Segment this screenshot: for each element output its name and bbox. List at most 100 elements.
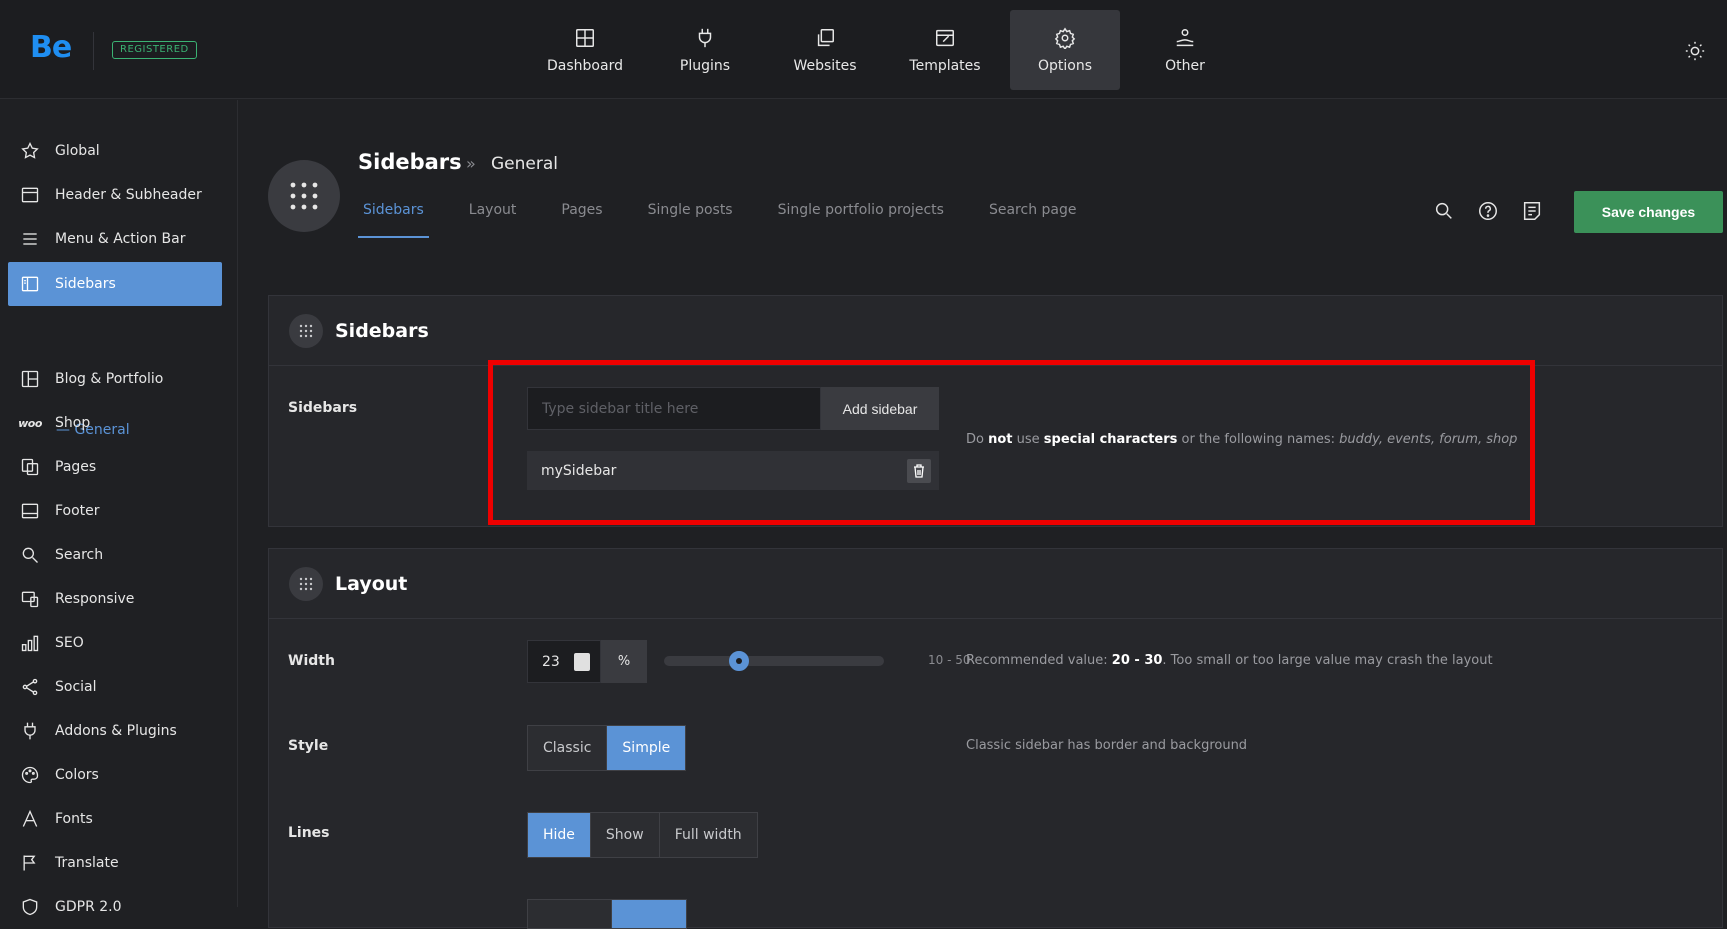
style-option-classic[interactable]: Classic	[528, 726, 608, 770]
theme-toggle[interactable]	[1684, 40, 1706, 62]
width-value: 23	[542, 653, 560, 670]
top-bar: Be REGISTERED Dashboard Plugins Websites…	[0, 0, 1727, 99]
sidebar-item-global[interactable]: Global	[8, 129, 222, 173]
nav-label: Websites	[793, 57, 857, 74]
tab-single-posts[interactable]: Single posts	[643, 202, 738, 238]
hand-icon	[1176, 28, 1194, 46]
nav-plugins[interactable]: Plugins	[650, 10, 760, 90]
style-hint: Classic sidebar has border and backgroun…	[966, 738, 1248, 753]
sidebar-item-footer[interactable]: Footer	[8, 489, 222, 533]
breadcrumb-subpage: General	[491, 154, 558, 174]
sidebar-item-label: GDPR 2.0	[55, 899, 122, 915]
tab-pages[interactable]: Pages	[556, 202, 607, 238]
be-logo[interactable]: Be	[30, 30, 72, 65]
sidebar-item-label: Colors	[55, 767, 99, 783]
sidebar-item-label: Blog & Portfolio	[55, 371, 164, 387]
nav-label: Templates	[909, 57, 981, 74]
nav-websites[interactable]: Websites	[770, 10, 880, 90]
nav-label: Other	[1165, 57, 1205, 74]
sidebar-item-shop[interactable]: woo Shop	[8, 401, 222, 445]
highlight-annotation	[488, 360, 1535, 525]
seo-icon	[20, 633, 40, 653]
dots-grid-icon	[290, 182, 318, 210]
header-icon	[20, 185, 40, 205]
sidebar-item-responsive[interactable]: Responsive	[8, 577, 222, 621]
sidebar-item-translate[interactable]: Translate	[8, 841, 222, 885]
nav-options[interactable]: Options	[1010, 10, 1120, 90]
sidebar-item-colors[interactable]: Colors	[8, 753, 222, 797]
search-icon	[1435, 202, 1452, 219]
search-button[interactable]	[1433, 200, 1455, 222]
tab-layout[interactable]: Layout	[464, 202, 522, 238]
sidebar-item-label: Global	[55, 143, 100, 159]
sidebar-item-header[interactable]: Header & Subheader	[8, 173, 222, 217]
width-number-input[interactable]: 23	[527, 640, 601, 683]
sidebar-item-addons[interactable]: Addons & Plugins	[8, 709, 222, 753]
share-icon	[20, 677, 40, 697]
hint-text: Recommended value:	[966, 653, 1112, 668]
sidebar-item-seo[interactable]: SEO	[8, 621, 222, 665]
help-icon	[1479, 202, 1497, 220]
hint-bold: 20 - 30	[1111, 653, 1163, 668]
nav-other[interactable]: Other	[1130, 10, 1240, 90]
width-unit: %	[601, 640, 647, 683]
subtabs: Sidebars Layout Pages Single posts Singl…	[358, 202, 1116, 238]
sidebar-item-pages[interactable]: Pages	[8, 445, 222, 489]
sidebar-item-gdpr[interactable]: GDPR 2.0	[8, 885, 222, 929]
nav-dashboard[interactable]: Dashboard	[530, 10, 640, 90]
card-header: Layout	[269, 549, 1722, 619]
sidebar-item-label: Responsive	[55, 591, 135, 607]
hint-text: . Too small or too large value may crash…	[1162, 653, 1493, 668]
sidebar-item-fonts[interactable]: Fonts	[8, 797, 222, 841]
nav-templates[interactable]: Templates	[890, 10, 1000, 90]
sidebar-item-label: Search	[55, 547, 104, 563]
tab-single-portfolio[interactable]: Single portfolio projects	[773, 202, 949, 238]
sidebar-item-sidebars[interactable]: Sidebars	[8, 262, 222, 306]
lines-option-show[interactable]: Show	[590, 813, 660, 857]
help-button[interactable]	[1477, 200, 1499, 222]
sidebar-item-label: Fonts	[55, 811, 93, 827]
spinner-arrows-icon[interactable]	[574, 653, 590, 671]
style-toggle-group: Classic Simple	[527, 725, 687, 771]
slider-handle[interactable]	[729, 651, 749, 671]
page-title: Sidebars	[358, 150, 462, 174]
dots-grid-icon	[289, 566, 323, 601]
next-option[interactable]	[528, 900, 612, 928]
lines-option-full-width[interactable]: Full width	[659, 813, 757, 857]
tab-sidebars[interactable]: Sidebars	[358, 202, 429, 238]
sidebar-item-menu[interactable]: Menu & Action Bar	[8, 217, 222, 261]
pages-icon	[20, 457, 40, 477]
row-label-style: Style	[288, 738, 329, 754]
shield-icon	[20, 897, 40, 917]
font-icon	[20, 809, 40, 829]
dashboard-icon	[576, 28, 594, 47]
notes-icon	[1523, 202, 1541, 220]
sidebar-item-label: Header & Subheader	[55, 187, 202, 203]
sidebar-item-label: SEO	[55, 635, 84, 651]
notes-button[interactable]	[1521, 200, 1543, 222]
sidebar-item-label: Social	[55, 679, 97, 695]
sidebar-item-label: Pages	[55, 459, 97, 475]
sidebar-item-label: Translate	[55, 855, 119, 871]
width-hint: Recommended value: 20 - 30. Too small or…	[966, 653, 1493, 668]
width-slider[interactable]	[664, 651, 884, 671]
row-label-sidebars: Sidebars	[288, 400, 358, 416]
sidebar-item-social[interactable]: Social	[8, 665, 222, 709]
save-changes-button[interactable]: Save changes	[1574, 191, 1723, 233]
sun-icon	[1685, 41, 1705, 61]
lines-option-hide[interactable]: Hide	[528, 813, 591, 857]
search-icon	[20, 545, 40, 565]
options-sidebar: Global Header & Subheader Menu & Action …	[0, 100, 238, 916]
style-option-simple[interactable]: Simple	[607, 726, 686, 770]
sidebar-item-label: Menu & Action Bar	[55, 231, 186, 247]
nav-label: Options	[1037, 57, 1093, 74]
sidebar-item-search[interactable]: Search	[8, 533, 222, 577]
next-toggle-group	[527, 899, 687, 929]
card-title: Sidebars	[335, 319, 429, 342]
next-option-selected[interactable]	[612, 900, 686, 928]
tab-search-page[interactable]: Search page	[984, 202, 1082, 238]
lines-toggle-group: Hide Show Full width	[527, 812, 758, 858]
sidebar-item-blog[interactable]: Blog & Portfolio	[8, 357, 222, 401]
registered-badge: REGISTERED	[112, 41, 197, 59]
layout-card: Layout Width 23 % 10 - 50 Recommended va…	[268, 548, 1723, 929]
